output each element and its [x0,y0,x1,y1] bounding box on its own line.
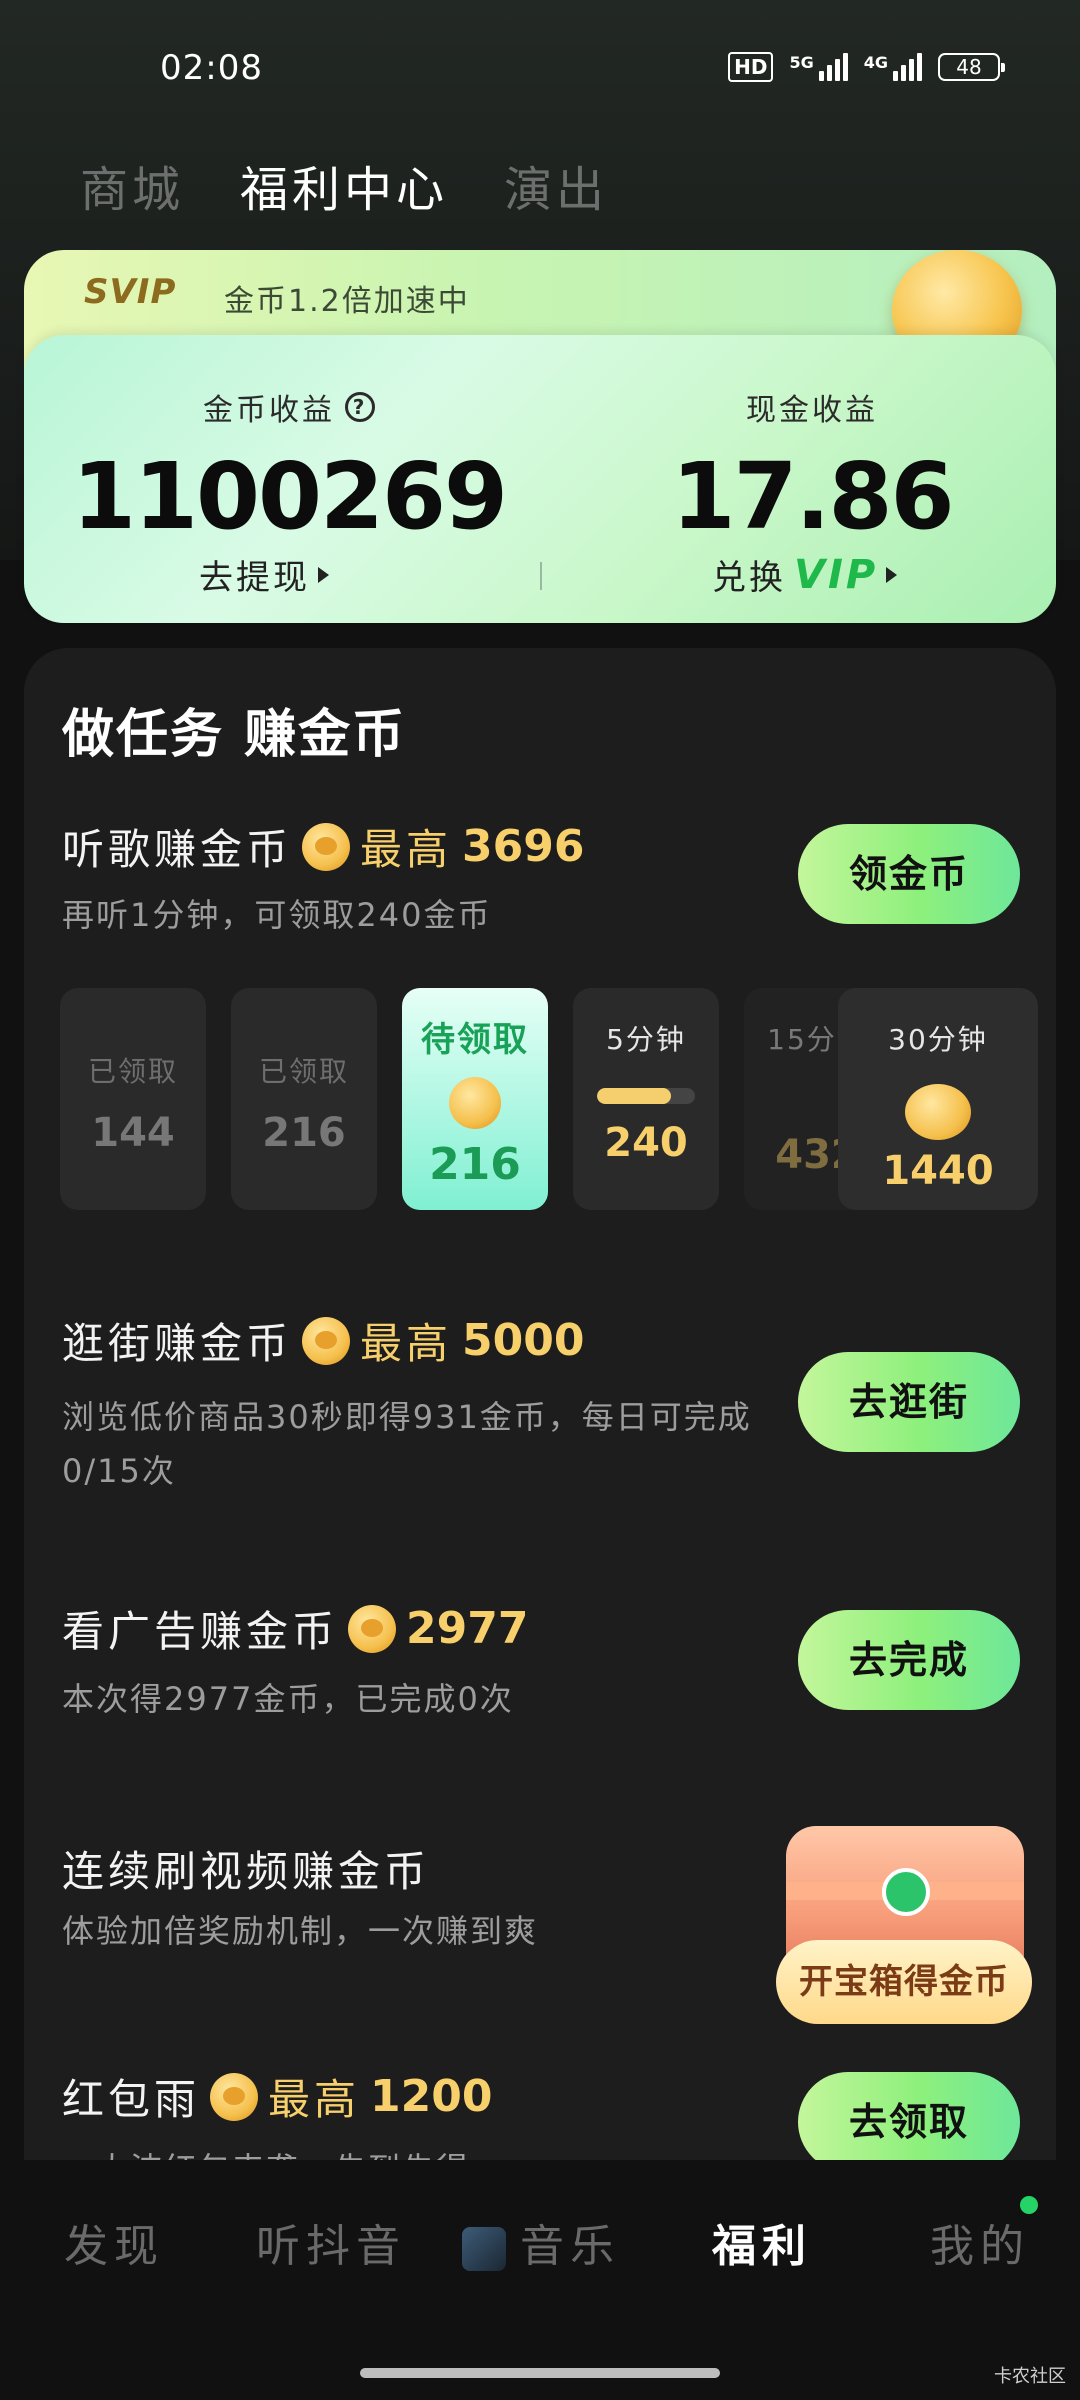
music-note-icon [882,1868,930,1916]
go-shopping-button[interactable]: 去逛街 [798,1352,1020,1452]
task-listen-title: 听歌赚金币 最高 3696 [62,821,585,874]
divider [540,562,542,590]
tab-shows[interactable]: 演出 [504,150,608,220]
coin-icon [348,1604,397,1653]
coin-icon [210,2072,259,2121]
listen-reward-strip[interactable]: 已领取 144 已领取 216 待领取 216 5分钟 240 15分钟 432… [60,988,1038,1210]
coin-icon [302,822,351,871]
coin-earnings: 金币收益 ? 1100269 [39,385,539,550]
tasks-title: 做任务 赚金币 [62,705,407,765]
tab-mall[interactable]: 商城 [80,150,184,220]
coin-earnings-value: 1100269 [71,443,508,550]
task-video-desc: 体验加倍奖励机制，一次赚到爽 [62,1912,539,1950]
status-time: 02:08 [160,48,263,88]
cash-earnings-label: 现金收益 [746,393,878,428]
nav-listen-douyin[interactable]: 听抖音 [256,2210,406,2274]
task-listen-desc: 再听1分钟，可领取240金币 [62,896,492,934]
nav-me[interactable]: 我的 [930,2210,1030,2274]
reward-card-5min: 5分钟 240 [573,988,719,1210]
task-ads-desc: 本次得2977金币，已完成0次 [62,1680,514,1718]
task-shop-title: 逛街赚金币 最高 5000 [62,1315,585,1368]
nav-discover[interactable]: 发现 [64,2210,164,2274]
task-video-title: 连续刷视频赚金币 [62,1847,431,1896]
task-shop-desc: 浏览低价商品30秒即得931金币，每日可完成 0/15次 [62,1398,752,1490]
listen-progress-bar [597,1088,695,1104]
svip-badge: SVIP [84,272,177,312]
tasks-panel: 做任务 赚金币 听歌赚金币 最高 3696 再听1分钟，可领取240金币 领金币… [24,648,1056,2168]
status-icons: HD 5G 4G 48 [728,52,1005,82]
top-tabs: 商城 福利中心 演出 [80,150,608,264]
coin-earnings-label: 金币收益 [203,393,335,428]
reward-card-30min: 30分钟 1440 [838,988,1038,1210]
coin-stack-icon [905,1084,971,1140]
watermark: 卡农社区 [994,2366,1066,2387]
coin-icon [302,1316,351,1365]
open-chest-button[interactable]: 开宝箱得金币 [776,1940,1032,2024]
cash-earnings: 现金收益 17.86 [562,385,1062,550]
withdraw-link[interactable]: 去提现 [199,550,329,599]
signal-4g-icon: 4G [864,53,922,81]
task-ads-title: 看广告赚金币 2977 [62,1603,529,1656]
reward-card-claimed: 已领取 144 [60,988,206,1210]
music-cover-icon [462,2227,506,2271]
signal-5g-icon: 5G [789,53,848,81]
earnings-card: 金币收益 ? 1100269 现金收益 17.86 去提现 兑换 VIP [24,335,1056,623]
go-claim-button[interactable]: 去领取 [798,2072,1020,2168]
status-bar: 02:08 HD 5G 4G 48 [0,0,1080,140]
help-icon[interactable]: ? [345,392,375,422]
task-redpacket-title: 红包雨 最高 1200 [62,2071,493,2124]
battery-icon: 48 [938,53,1005,81]
svip-boost-text: 金币1.2倍加速中 [224,284,470,319]
bottom-navigation: 发现 听抖音 音乐 福利 我的 [0,2160,1080,2400]
cash-earnings-value: 17.86 [671,443,954,550]
nav-music[interactable]: 音乐 [462,2210,620,2274]
go-complete-button[interactable]: 去完成 [798,1610,1020,1710]
notification-dot [1020,2196,1038,2214]
home-indicator[interactable] [360,2368,720,2378]
hd-voice-icon: HD [728,52,774,82]
reward-card-pending[interactable]: 待领取 216 [402,988,548,1210]
coin-icon [449,1077,501,1129]
claim-coins-button[interactable]: 领金币 [798,824,1020,924]
reward-card-claimed: 已领取 216 [231,988,377,1210]
nav-welfare[interactable]: 福利 [712,2210,812,2274]
exchange-vip-link[interactable]: 兑换 VIP [712,550,898,599]
tab-welfare-center[interactable]: 福利中心 [240,150,448,264]
arrow-right-icon [318,566,329,583]
arrow-right-icon [886,566,898,583]
